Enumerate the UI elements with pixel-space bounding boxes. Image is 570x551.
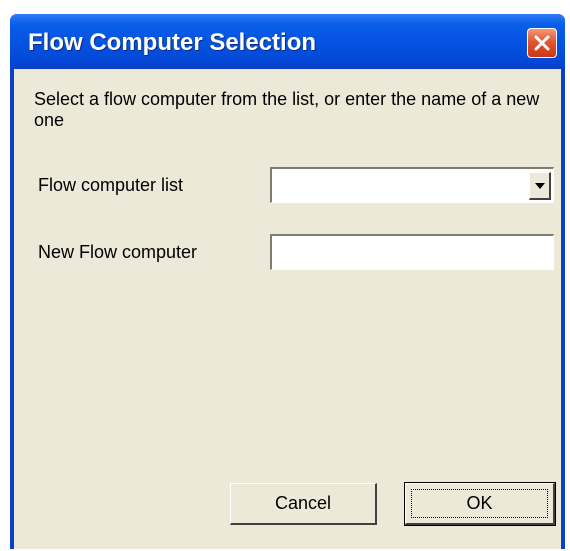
dropdown-button[interactable] [529, 172, 551, 200]
ok-button[interactable]: OK [404, 482, 556, 526]
focus-rectangle [411, 489, 548, 518]
flow-computer-list-label: Flow computer list [38, 175, 184, 195]
dialog-window: Flow Computer Selection Select a flow co… [10, 14, 565, 549]
window-title: Flow Computer Selection [28, 29, 317, 56]
close-icon [534, 35, 550, 51]
cancel-button-label: Cancel [274, 493, 332, 513]
chevron-down-icon [535, 183, 545, 189]
title-bar[interactable]: Flow Computer Selection [10, 14, 565, 69]
new-flow-computer-input[interactable] [270, 234, 554, 270]
flow-computer-list-combobox[interactable] [270, 167, 554, 203]
cancel-button[interactable]: Cancel [230, 483, 377, 525]
new-flow-computer-label: New Flow computer [38, 242, 198, 262]
instruction-text: Select a flow computer from the list, or… [34, 89, 540, 130]
close-button[interactable] [527, 28, 557, 58]
dialog-body: Select a flow computer from the list, or… [14, 69, 561, 549]
